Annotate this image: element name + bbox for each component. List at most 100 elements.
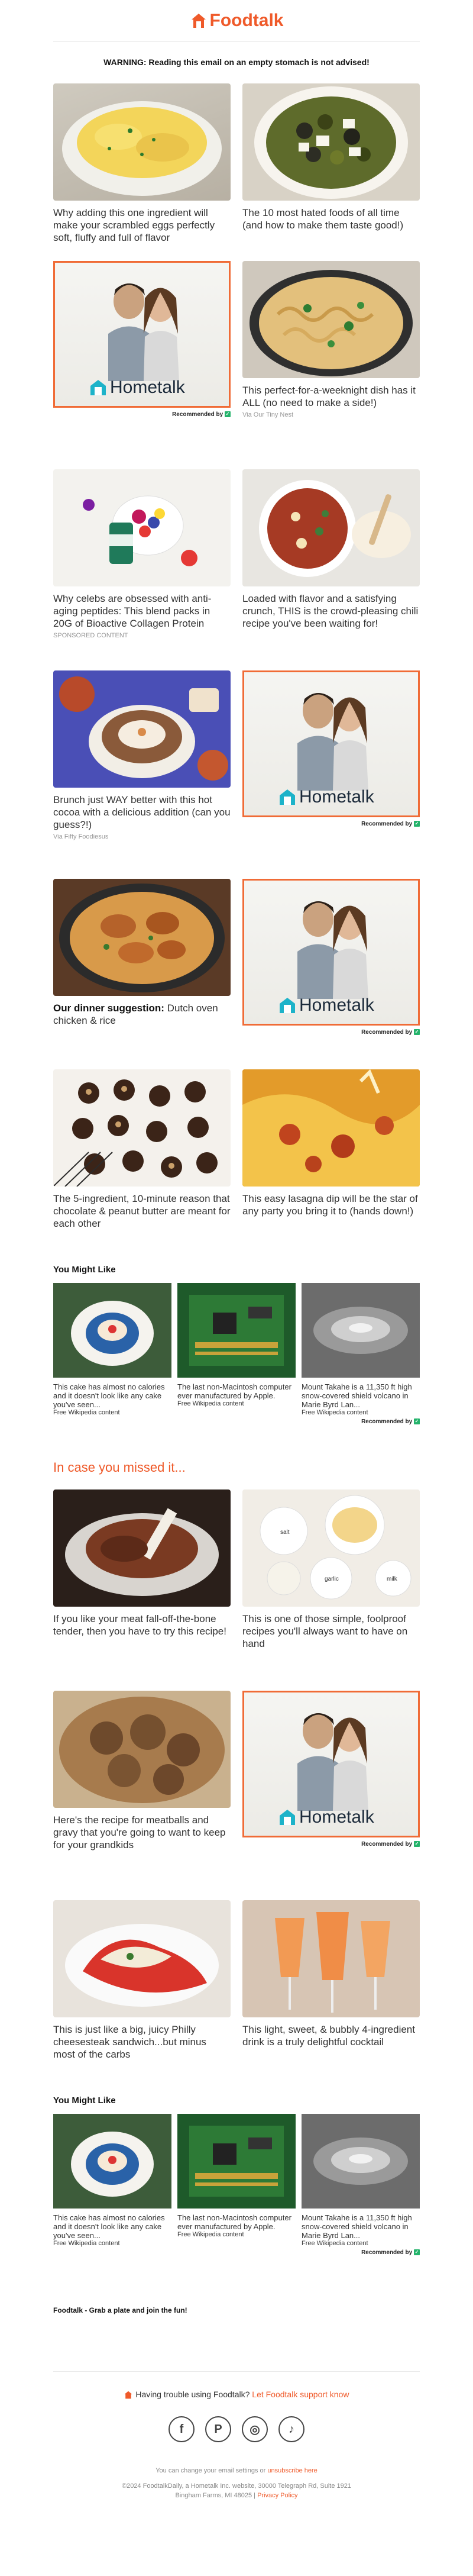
recommended-by[interactable]: Recommended by ✓ — [242, 821, 420, 827]
facebook-icon[interactable]: f — [169, 2416, 195, 2443]
hometalk-ad[interactable]: Hometalk — [242, 879, 420, 1026]
recommended-by[interactable]: Recommended by ✓ — [242, 1841, 420, 1848]
missed-section-title: In case you missed it... — [53, 1460, 186, 1475]
hometalk-ad[interactable]: Hometalk — [242, 670, 420, 817]
hometalk-ad[interactable]: Hometalk — [242, 1691, 420, 1837]
yml-image-volcano[interactable] — [302, 1283, 420, 1378]
article-image-braised-meat[interactable] — [53, 1489, 231, 1607]
yml-image-circuit-board[interactable] — [177, 2114, 296, 2209]
article-image-collagen[interactable] — [53, 469, 231, 586]
article-image-stuffed-peppers[interactable] — [53, 1900, 231, 2017]
yml-caption[interactable]: Mount Takahe is a 11,350 ft high snow-co… — [302, 2213, 420, 2240]
article-card[interactable]: Loaded with flavor and a satisfying crun… — [242, 469, 420, 670]
article-image-hot-cocoa[interactable] — [53, 670, 231, 788]
article-card[interactable]: The 5-ingredient, 10-minute reason that … — [53, 1069, 231, 1265]
yml-caption[interactable]: Mount Takahe is a 11,350 ft high snow-co… — [302, 1382, 420, 1409]
article-image-chicken-rice[interactable] — [53, 879, 231, 996]
yml-image-volcano[interactable] — [302, 2114, 420, 2209]
article-card[interactable]: salt milk garlic This is one of those si… — [242, 1489, 420, 1691]
article-caption[interactable]: Why celebs are obsessed with anti-aging … — [53, 592, 231, 630]
article-image-scrambled-eggs[interactable] — [53, 83, 231, 201]
article-image-chocolates[interactable] — [53, 1069, 231, 1187]
article-row: Hometalk Recommended by ✓ This perfect-f… — [53, 261, 420, 469]
you-might-like-item[interactable]: This cake has almost no calories and it … — [53, 1283, 171, 1416]
email-page: Foodtalk WARNING: Reading this email on … — [0, 0, 473, 2576]
yml-source: Free Wikipedia content — [177, 2231, 244, 2238]
yml-image-circuit-board[interactable] — [177, 1283, 296, 1378]
article-card[interactable]: This easy lasagna dip will be the star o… — [242, 1069, 420, 1265]
article-image-olives-feta[interactable] — [242, 83, 420, 201]
article-caption[interactable]: Our dinner suggestion: Dutch oven chicke… — [53, 1002, 231, 1027]
yml-source: Free Wikipedia content — [53, 1409, 120, 1416]
article-image-cocktails[interactable] — [242, 1900, 420, 2017]
recommended-badge-icon: ✓ — [414, 2249, 420, 2256]
article-image-pasta[interactable] — [242, 261, 420, 378]
hometalk-brand-text: Hometalk — [299, 787, 374, 807]
article-image-ingredients[interactable]: salt milk garlic — [242, 1489, 420, 1607]
article-caption[interactable]: This is just like a big, juicy Philly ch… — [53, 2023, 231, 2061]
article-card[interactable]: Here's the recipe for meatballs and grav… — [53, 1691, 231, 1900]
you-might-like-item[interactable]: Mount Takahe is a 11,350 ft high snow-co… — [302, 1283, 420, 1416]
recommended-by[interactable]: Recommended by ✓ — [53, 2249, 420, 2256]
article-card[interactable]: Brunch just WAY better with this hot coc… — [53, 670, 231, 879]
yml-image-plate-of-cake[interactable] — [53, 2114, 171, 2209]
article-caption[interactable]: This perfect-for-a-weeknight dish has it… — [242, 384, 420, 409]
article-caption[interactable]: This easy lasagna dip will be the star o… — [242, 1192, 420, 1217]
article-card[interactable]: This is just like a big, juicy Philly ch… — [53, 1900, 231, 2095]
article-caption[interactable]: Here's the recipe for meatballs and grav… — [53, 1814, 231, 1851]
recommended-by[interactable]: Recommended by ✓ — [242, 1029, 420, 1036]
yml-caption[interactable]: This cake has almost no calories and it … — [53, 2213, 171, 2240]
yml-caption[interactable]: The last non-Macintosh computer ever man… — [177, 2213, 296, 2231]
you-might-like-title: You Might Like — [53, 2095, 116, 2106]
pinterest-icon[interactable]: P — [205, 2416, 231, 2443]
hometalk-ad-card[interactable]: Hometalk Recommended by ✓ — [53, 261, 231, 469]
article-card[interactable]: This light, sweet, & bubbly 4-ingredient… — [242, 1900, 420, 2095]
hometalk-ad-card[interactable]: Hometalk Recommended by ✓ — [242, 670, 420, 879]
article-caption[interactable]: Why adding this one ingredient will make… — [53, 207, 231, 244]
support-line: Having trouble using Foodtalk? Let Foodt… — [0, 2390, 473, 2400]
you-might-like-item[interactable]: The last non-Macintosh computer ever man… — [177, 1283, 296, 1416]
article-card[interactable]: Why celebs are obsessed with anti-aging … — [53, 469, 231, 670]
article-card[interactable]: If you like your meat fall-off-the-bone … — [53, 1489, 231, 1691]
recommended-badge-icon: ✓ — [414, 1418, 420, 1425]
footer-divider — [53, 2371, 420, 2372]
privacy-policy-link[interactable]: Privacy Policy — [257, 2492, 297, 2499]
article-caption[interactable]: Brunch just WAY better with this hot coc… — [53, 794, 231, 831]
unsubscribe-link[interactable]: unsubscribe here — [267, 2467, 317, 2474]
couple-photo — [108, 283, 179, 381]
yml-image-plate-of-cake[interactable] — [53, 1283, 171, 1378]
yml-caption[interactable]: This cake has almost no calories and it … — [53, 1382, 171, 1409]
tiktok-icon[interactable]: ♪ — [278, 2416, 304, 2443]
logo-text: Foodtalk — [209, 11, 284, 30]
article-caption[interactable]: The 10 most hated foods of all time (and… — [242, 207, 420, 231]
you-might-like-item[interactable]: Mount Takahe is a 11,350 ft high snow-co… — [302, 2114, 420, 2247]
hometalk-ad[interactable]: Hometalk — [53, 261, 231, 408]
support-link[interactable]: Let Foodtalk support know — [252, 2390, 349, 2399]
you-might-like-row: This cake has almost no calories and it … — [53, 2114, 420, 2247]
yml-caption[interactable]: The last non-Macintosh computer ever man… — [177, 1382, 296, 1400]
hometalk-house-icon — [280, 789, 295, 805]
article-caption[interactable]: If you like your meat fall-off-the-bone … — [53, 1613, 231, 1637]
hometalk-ad-card[interactable]: Hometalk Recommended by ✓ — [242, 879, 420, 1069]
article-card[interactable]: The 10 most hated foods of all time (and… — [242, 83, 420, 261]
article-row: If you like your meat fall-off-the-bone … — [53, 1489, 420, 1691]
you-might-like-item[interactable]: The last non-Macintosh computer ever man… — [177, 2114, 296, 2247]
hometalk-brand: Hometalk — [89, 378, 185, 398]
article-caption[interactable]: The 5-ingredient, 10-minute reason that … — [53, 1192, 231, 1230]
recommended-by[interactable]: Recommended by ✓ — [53, 1418, 420, 1425]
article-card[interactable]: Why adding this one ingredient will make… — [53, 83, 231, 261]
article-image-chili[interactable] — [242, 469, 420, 586]
article-card[interactable]: This perfect-for-a-weeknight dish has it… — [242, 261, 420, 469]
article-image-meatballs[interactable] — [53, 1691, 231, 1808]
instagram-icon[interactable]: ◎ — [242, 2416, 268, 2443]
yml-source: Free Wikipedia content — [302, 1409, 368, 1416]
foodtalk-logo[interactable]: Foodtalk — [190, 11, 284, 31]
article-image-lasagna-dip[interactable] — [242, 1069, 420, 1187]
recommended-by[interactable]: Recommended by ✓ — [53, 411, 231, 418]
hometalk-ad-card[interactable]: Hometalk Recommended by ✓ — [242, 1691, 420, 1900]
article-caption[interactable]: Loaded with flavor and a satisfying crun… — [242, 592, 420, 630]
you-might-like-item[interactable]: This cake has almost no calories and it … — [53, 2114, 171, 2247]
article-caption[interactable]: This light, sweet, & bubbly 4-ingredient… — [242, 2023, 420, 2048]
article-caption[interactable]: This is one of those simple, foolproof r… — [242, 1613, 420, 1650]
article-card[interactable]: Our dinner suggestion: Dutch oven chicke… — [53, 879, 231, 1069]
